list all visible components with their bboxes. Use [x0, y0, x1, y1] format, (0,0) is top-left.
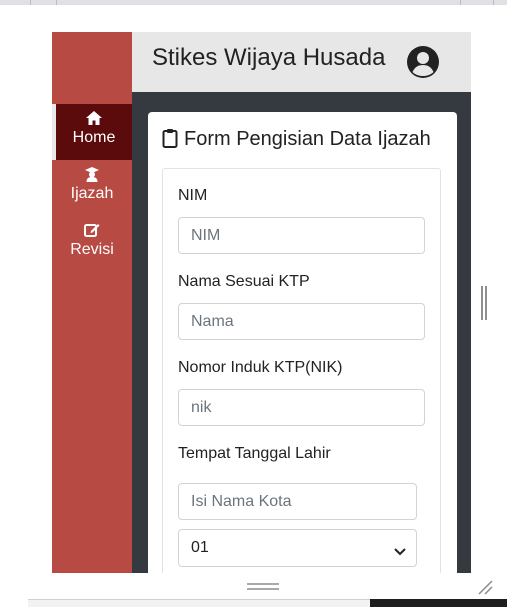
sidebar-item-ijazah[interactable]: Ijazah	[52, 160, 132, 216]
site-title: Stikes Wijaya Husada	[152, 44, 386, 71]
city-input[interactable]	[178, 483, 417, 520]
horizontal-resize-handle[interactable]	[247, 583, 279, 591]
sidebar-item-revisi[interactable]: Revisi	[52, 216, 132, 272]
strip-divider	[56, 0, 57, 5]
strip-divider	[493, 0, 494, 5]
bottom-strip	[0, 599, 507, 607]
bottom-panel-light	[28, 599, 370, 607]
app-viewport: Home Ijazah Revisi Stikes Wijaya Husada …	[52, 32, 471, 573]
strip-divider	[30, 0, 31, 5]
sidebar-item-label: Revisi	[70, 241, 114, 258]
ttl-label: Tempat Tanggal Lahir	[178, 445, 331, 462]
strip-divider	[460, 0, 461, 5]
form-title-text: Form Pengisian Data Ijazah	[184, 128, 431, 150]
form-card: Form Pengisian Data Ijazah NIM Nama Sesu…	[148, 112, 457, 573]
top-header: Stikes Wijaya Husada	[132, 32, 471, 92]
user-account-icon[interactable]	[406, 45, 440, 79]
bottom-panel-dark	[370, 599, 507, 607]
sidebar-item-home[interactable]: Home	[52, 104, 132, 160]
form-title: Form Pengisian Data Ijazah	[162, 128, 431, 154]
birth-day-select[interactable]: 01	[178, 529, 417, 567]
clipboard-icon	[162, 128, 178, 154]
nik-label: Nomor Induk KTP(NIK)	[178, 359, 343, 376]
home-icon	[56, 110, 132, 128]
vertical-resize-handle[interactable]	[481, 286, 487, 320]
form-fieldset: NIM Nama Sesuai KTP Nomor Induk KTP(NIK)…	[162, 168, 441, 573]
nim-label: NIM	[178, 187, 208, 204]
resize-corner-icon[interactable]	[476, 578, 494, 596]
sidebar-item-label: Ijazah	[70, 185, 114, 202]
nik-input[interactable]	[178, 389, 425, 426]
nim-input[interactable]	[178, 217, 425, 254]
nama-label: Nama Sesuai KTP	[178, 273, 310, 290]
chevron-down-icon	[394, 543, 406, 561]
sidebar: Home Ijazah Revisi	[52, 32, 132, 573]
graduate-icon	[52, 166, 132, 184]
sidebar-item-label: Home	[72, 129, 116, 146]
edit-icon	[52, 222, 132, 240]
browser-top-strip	[0, 0, 507, 5]
birth-day-value: 01	[191, 539, 209, 556]
nama-input[interactable]	[178, 303, 425, 340]
